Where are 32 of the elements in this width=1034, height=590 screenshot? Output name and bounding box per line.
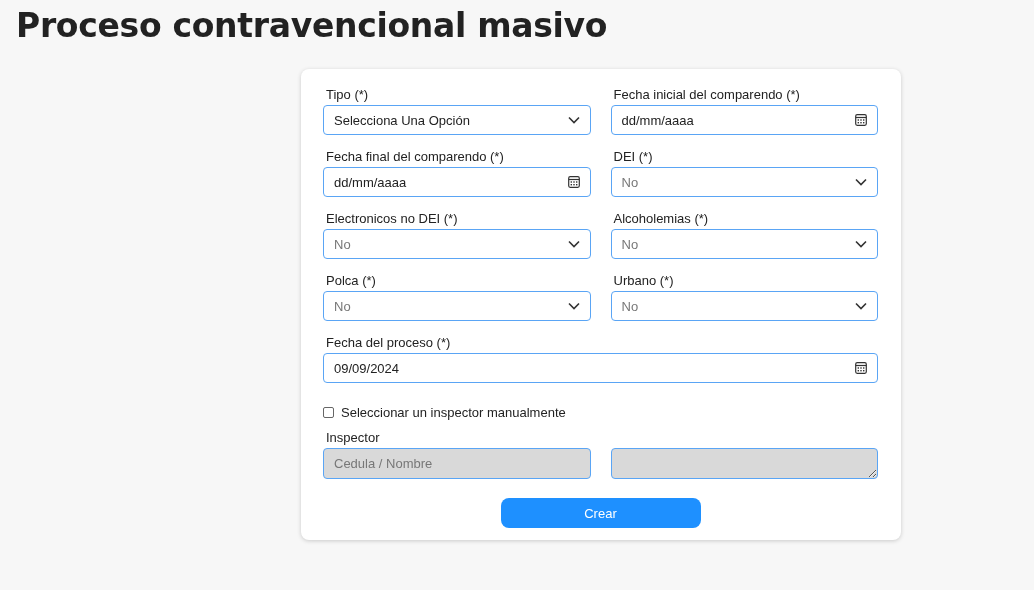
calendar-icon	[567, 176, 580, 188]
dropdown[interactable]: No	[610, 229, 878, 259]
dropdown[interactable]: No	[323, 291, 591, 321]
page-title: Proceso contravencional masivo	[15, 5, 609, 45]
chevron-down-icon	[855, 302, 867, 310]
field-label: Fecha inicial del comparendo (*)	[613, 87, 800, 102]
field-label: Tipo (*)	[326, 87, 369, 102]
chevron-down-icon	[855, 240, 867, 248]
chevron-down-icon	[567, 240, 580, 248]
field-label: Fecha del proceso (*)	[326, 335, 451, 350]
date-field[interactable]: dd/mm/aaaa	[610, 105, 878, 135]
field-label: Fecha final del comparendo (*)	[326, 149, 504, 164]
field-label: Urbano (*)	[613, 273, 674, 288]
dropdown[interactable]: Selecciona Una Opción	[323, 105, 591, 135]
dropdown[interactable]: No	[610, 167, 878, 197]
checkbox-label: Seleccionar un inspector manualmente	[341, 405, 566, 420]
chevron-down-icon	[855, 178, 867, 186]
field-label: Inspector	[326, 430, 380, 445]
field-label: Electronicos no DEI (*)	[326, 211, 458, 226]
chevron-down-icon	[567, 116, 580, 124]
chevron-down-icon	[567, 302, 580, 310]
field-label: Polca (*)	[326, 273, 376, 288]
date-field[interactable]: dd/mm/aaaa	[323, 167, 591, 197]
calendar-icon	[855, 114, 867, 126]
checkbox[interactable]	[323, 407, 334, 418]
date-field[interactable]: 09/09/2024	[323, 353, 878, 383]
field-label: DEI (*)	[613, 149, 653, 164]
dropdown[interactable]: No	[610, 291, 878, 321]
create-button[interactable]: Crear	[500, 498, 701, 528]
dropdown[interactable]: No	[323, 229, 591, 259]
field-label: Alcoholemias (*)	[613, 211, 709, 226]
calendar-icon	[855, 362, 867, 374]
